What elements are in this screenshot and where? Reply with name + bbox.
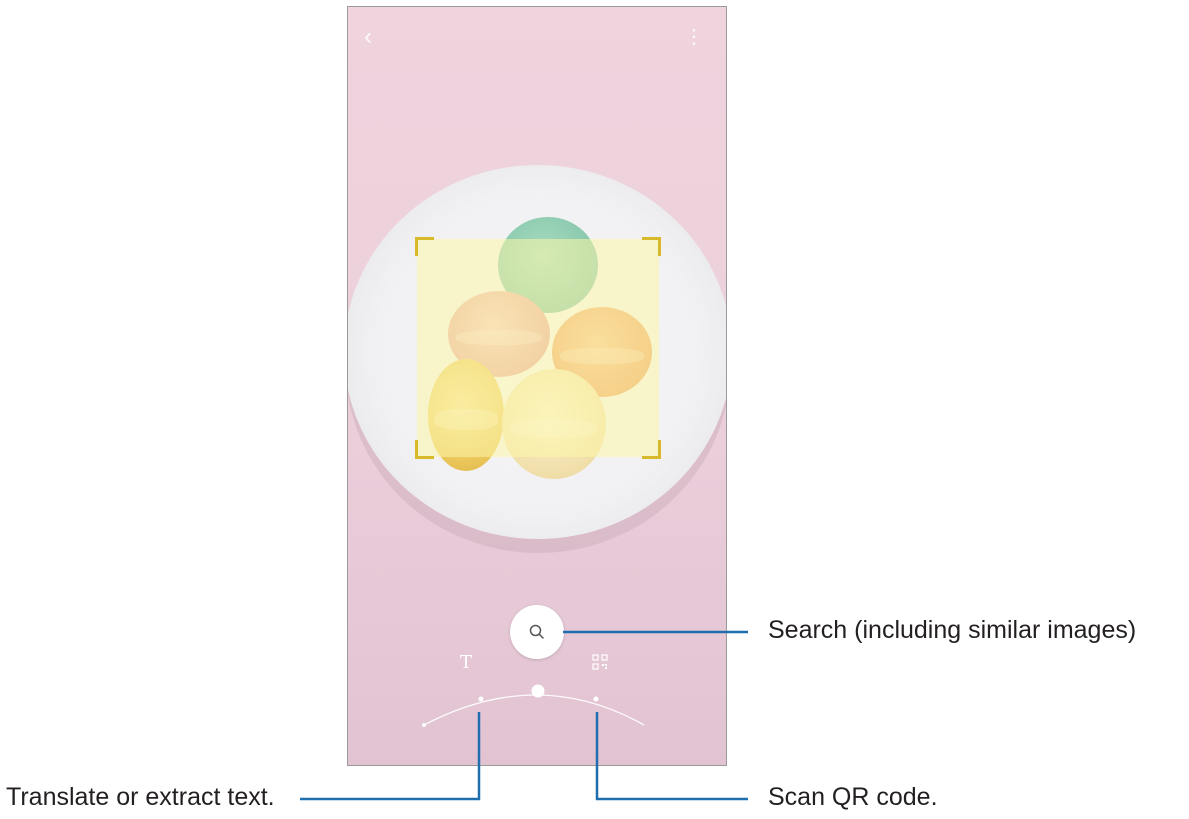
callout-qr: Scan QR code. [768, 783, 938, 811]
callout-lines [300, 630, 748, 801]
callout-translate: Translate or extract text. [6, 783, 275, 811]
callout-search: Search (including similar images) [768, 616, 1137, 644]
